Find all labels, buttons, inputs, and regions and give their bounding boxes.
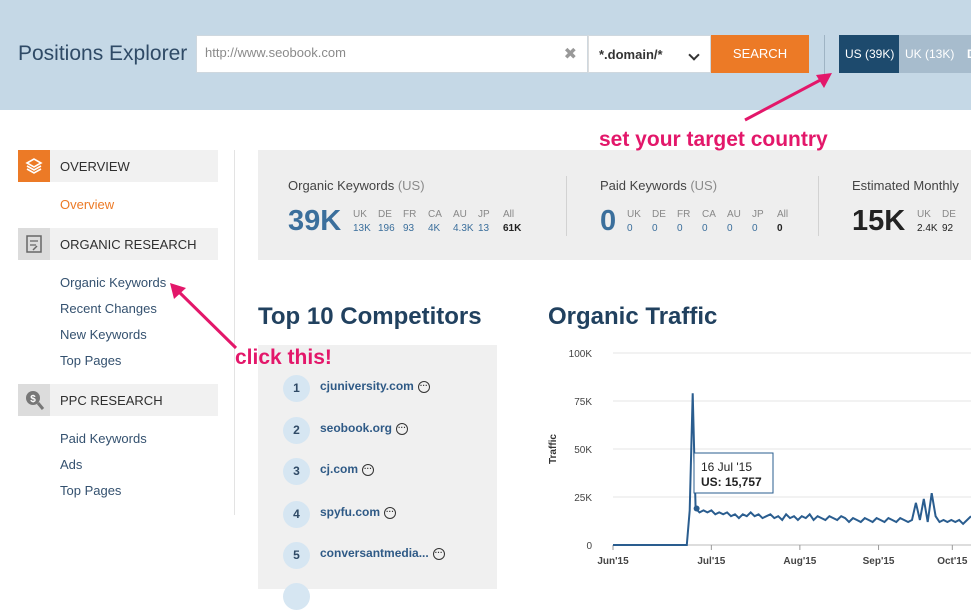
annotation-target-country: set your target country: [599, 128, 828, 151]
arrow-to-country: [744, 73, 832, 122]
annotation-click-this: click this!: [235, 346, 332, 369]
arrow-to-organic-keywords: [170, 283, 238, 350]
annotation-arrows: [170, 73, 832, 350]
